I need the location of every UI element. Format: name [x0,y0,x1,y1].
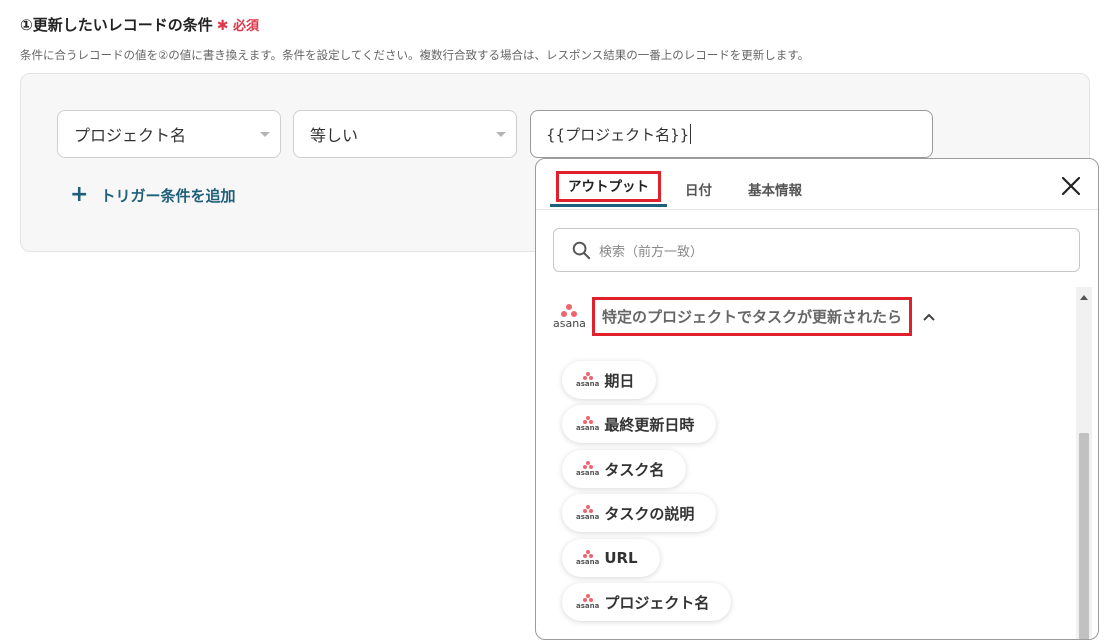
scrollbar-thumb[interactable] [1079,433,1089,639]
asana-logo-icon: asana [576,461,599,477]
close-icon[interactable] [1060,175,1082,197]
asana-logo-icon: asana [576,594,599,610]
tab-date[interactable]: 日付 [685,179,712,199]
required-asterisk-icon: ✱ [216,18,229,34]
add-trigger-condition-button[interactable]: + トリガー条件を追加 [70,184,235,206]
operator-select-value: 等しい [310,126,359,145]
tab-output[interactable]: アウトプット [556,171,661,202]
list-item-label: タスクの説明 [604,504,695,523]
section-description: 条件に合うレコードの値を②の値に書き換えます。条件を設定してください。複数行合致… [20,48,810,62]
search-input[interactable]: 検索（前方一致） [553,228,1080,272]
group-title: 特定のプロジェクトでタスクが更新されたら [591,297,912,336]
list-item-label: 期日 [604,371,635,390]
tab-bar: アウトプット 日付 基本情報 [536,159,1098,210]
variable-picker-dropdown: アウトプット 日付 基本情報 検索（前方一致） asana 特定のプロジェクトで… [535,158,1099,640]
active-tab-indicator [550,204,667,207]
list-item-label: プロジェクト名 [604,593,710,612]
operator-select[interactable]: 等しい [293,110,517,158]
text-cursor [690,124,692,144]
add-trigger-label: トリガー条件を追加 [100,186,236,205]
chevron-down-icon [260,132,270,137]
chevron-up-icon[interactable] [922,312,936,322]
asana-logo-icon: asana [553,304,586,329]
list-item[interactable]: asana タスクの説明 [562,494,717,532]
field-select[interactable]: プロジェクト名 [57,110,281,158]
scrollbar[interactable] [1076,287,1092,639]
list-item[interactable]: asana プロジェクト名 [562,583,732,621]
list-item[interactable]: asana タスク名 [562,450,687,488]
required-badge: ✱ 必須 [216,18,259,34]
group-header[interactable]: asana 特定のプロジェクトでタスクが更新されたら [553,297,936,336]
asana-logo-icon: asana [576,505,599,521]
list-item[interactable]: asana URL [562,539,660,577]
asana-logo-icon: asana [576,372,599,388]
section-title: ①更新したいレコードの条件 ✱ 必須 [20,14,259,35]
asana-logo-icon: asana [576,550,599,566]
section-title-text: ①更新したいレコードの条件 [20,16,213,34]
list-item-label: URL [604,549,638,567]
list-item-label: タスク名 [604,460,665,479]
value-input[interactable]: {{プロジェクト名}} [530,110,933,158]
plus-icon: + [70,182,89,207]
search-icon [572,241,591,259]
chevron-down-icon [496,132,506,137]
list-item[interactable]: asana 期日 [562,361,657,399]
asana-logo-icon: asana [576,416,599,432]
scroll-up-arrow-icon[interactable] [1080,295,1088,300]
required-label: 必須 [232,19,259,34]
value-input-text: {{プロジェクト名}} [546,125,690,144]
output-list: asana 特定のプロジェクトでタスクが更新されたら asana 期日 asan… [536,287,1098,639]
search-placeholder: 検索（前方一致） [599,244,704,260]
tab-basic-info[interactable]: 基本情報 [748,179,802,199]
list-item-label: 最終更新日時 [604,415,695,434]
asana-logo-text: asana [553,317,586,330]
field-select-value: プロジェクト名 [74,126,187,145]
list-item[interactable]: asana 最終更新日時 [562,405,717,443]
